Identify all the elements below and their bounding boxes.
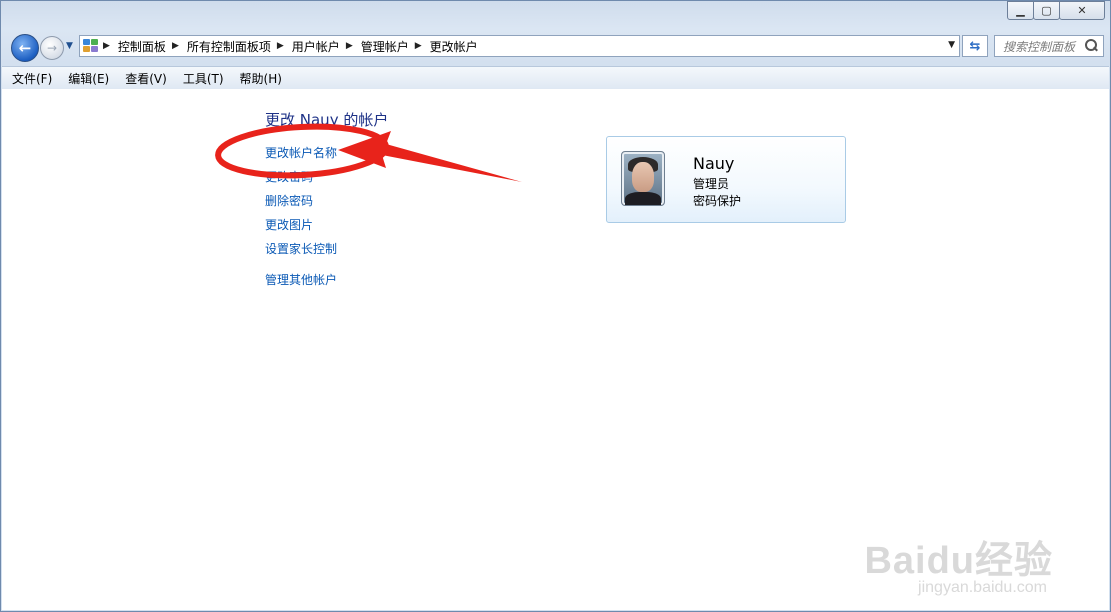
address-bar[interactable]: ▶ 控制面板 ▶ 所有控制面板项 ▶ 用户帐户 ▶ 管理帐户 ▶ 更改帐户 ▼: [79, 35, 960, 57]
maximize-button[interactable]: ▢: [1033, 1, 1060, 20]
refresh-icon: ⇆: [969, 38, 981, 54]
menu-view[interactable]: 查看(V): [125, 70, 167, 87]
minimize-button[interactable]: ▁: [1007, 1, 1034, 20]
menu-tools[interactable]: 工具(T): [183, 70, 224, 87]
search-box[interactable]: 搜索控制面板: [994, 35, 1104, 57]
minimize-icon: ▁: [1016, 4, 1025, 17]
navigation-bar: ← → ▼ ▶ 控制面板 ▶ 所有控制面板项 ▶ 用户帐户 ▶ 管理帐户 ▶ 更改帐户 …: [9, 33, 1104, 62]
menu-edit[interactable]: 编辑(E): [68, 70, 109, 87]
maximize-icon: ▢: [1041, 4, 1052, 17]
remove-password-link[interactable]: 删除密码: [265, 192, 313, 209]
avatar: [621, 151, 665, 206]
account-name: Nauy: [693, 154, 735, 173]
recent-pages-dropdown[interactable]: ▼: [66, 41, 73, 51]
search-input[interactable]: 搜索控制面板: [995, 38, 1085, 55]
control-panel-window: ▁ ▢ ✕ ← → ▼ ▶ 控制面板 ▶ 所有控制面板项 ▶ 用户帐户 ▶ 管理帐户 ▶…: [0, 0, 1111, 612]
account-role: 管理员: [693, 177, 730, 191]
account-card: Nauy 管理员 密码保护: [606, 136, 846, 223]
back-arrow-icon: ←: [18, 39, 32, 57]
breadcrumb-item[interactable]: 用户帐户 ▶: [292, 38, 361, 55]
close-icon: ✕: [1077, 4, 1087, 17]
users-icon: [83, 39, 99, 53]
address-dropdown-button[interactable]: ▼: [948, 40, 955, 50]
account-status: 密码保护: [693, 194, 742, 208]
caption-buttons: ▁ ▢ ✕: [1007, 1, 1105, 20]
change-account-name-link[interactable]: 更改帐户名称: [265, 144, 337, 161]
refresh-button[interactable]: ⇆: [962, 35, 988, 57]
menu-bar: 文件(F) 编辑(E) 查看(V) 工具(T) 帮助(H): [2, 66, 1109, 90]
breadcrumb-separator-root[interactable]: ▶: [103, 41, 118, 51]
forward-button[interactable]: →: [40, 36, 64, 60]
breadcrumb-item[interactable]: 所有控制面板项 ▶: [187, 38, 292, 55]
parental-controls-link[interactable]: 设置家长控制: [265, 240, 337, 257]
change-password-link[interactable]: 更改密码: [265, 168, 313, 185]
breadcrumb-item-current[interactable]: 更改帐户: [430, 38, 478, 55]
close-button[interactable]: ✕: [1059, 1, 1105, 20]
search-icon[interactable]: [1085, 39, 1099, 53]
forward-arrow-icon: →: [46, 41, 58, 55]
breadcrumb-item[interactable]: 管理帐户 ▶: [361, 38, 430, 55]
page-title: 更改 Nauy 的帐户: [265, 111, 389, 129]
manage-other-accounts-link[interactable]: 管理其他帐户: [265, 271, 337, 288]
content-pane: 更改 Nauy 的帐户 更改帐户名称 更改密码 删除密码 更改图片 设置家长控制…: [2, 89, 1109, 610]
breadcrumb-item[interactable]: 控制面板 ▶: [118, 38, 187, 55]
change-picture-link[interactable]: 更改图片: [265, 216, 313, 233]
menu-help[interactable]: 帮助(H): [240, 70, 282, 87]
back-button[interactable]: ←: [11, 34, 39, 62]
menu-file[interactable]: 文件(F): [12, 70, 52, 87]
